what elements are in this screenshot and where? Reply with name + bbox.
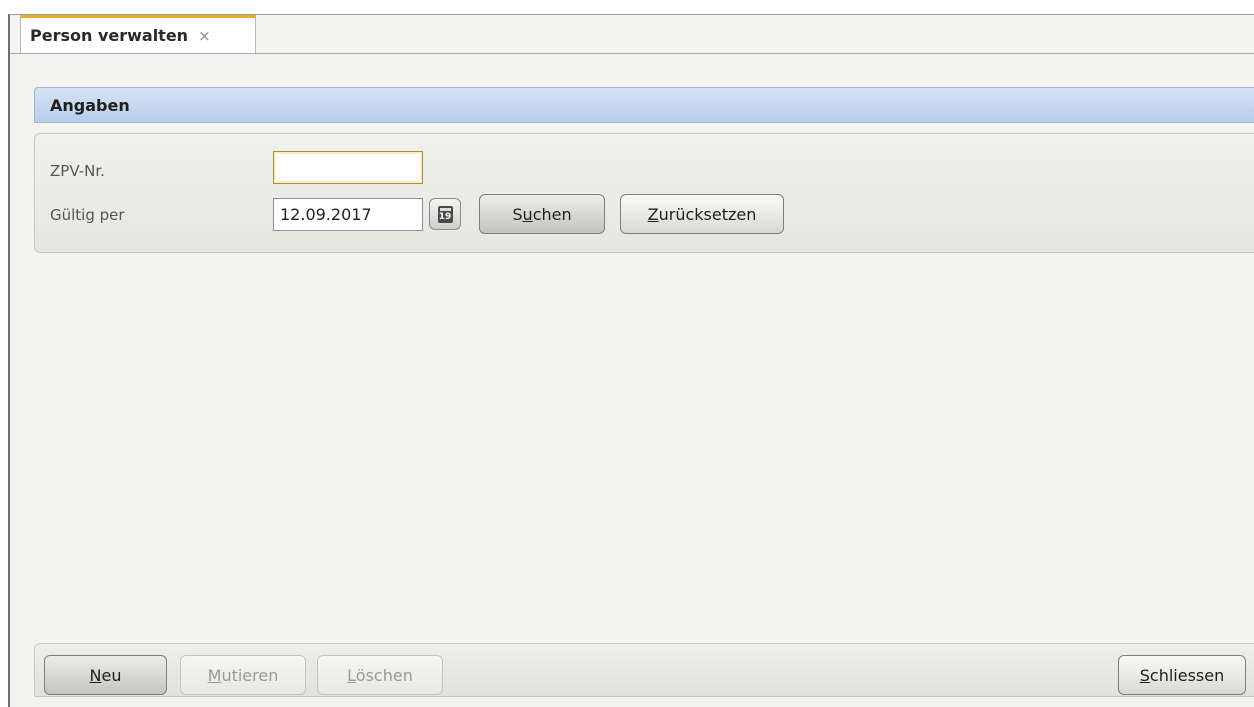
tab-label: Person verwalten xyxy=(30,26,189,45)
app-window: Person verwalten × Angaben ZPV-Nr. Gülti… xyxy=(8,14,1254,707)
section-header-angaben: Angaben xyxy=(34,87,1254,123)
schliessen-button[interactable]: Schliessen xyxy=(1118,655,1246,695)
calendar-button[interactable]: 19 xyxy=(429,198,461,230)
action-footer: Neu Mutieren Löschen Schliessen xyxy=(34,643,1254,697)
neu-button[interactable]: Neu xyxy=(44,655,167,695)
suchen-button-label: Suchen xyxy=(512,204,572,224)
zuruecksetzen-button[interactable]: Zurücksetzen xyxy=(620,194,784,234)
calendar-icon: 19 xyxy=(437,205,453,223)
neu-button-label: Neu xyxy=(89,665,122,685)
schliessen-button-label: Schliessen xyxy=(1139,665,1225,685)
zuruecksetzen-button-label: Zurücksetzen xyxy=(647,204,757,224)
suchen-button[interactable]: Suchen xyxy=(479,194,605,234)
gueltig-per-date-input[interactable] xyxy=(273,198,423,231)
section-title: Angaben xyxy=(50,95,130,115)
zpv-input[interactable] xyxy=(273,151,423,184)
search-form-panel: ZPV-Nr. Gültig per 19 Suchen Zurücksetze… xyxy=(34,133,1254,253)
mutieren-button-label: Mutieren xyxy=(207,665,279,685)
gueltig-per-label: Gültig per xyxy=(50,206,125,224)
loeschen-button-label: Löschen xyxy=(347,665,413,685)
mutieren-button[interactable]: Mutieren xyxy=(180,655,306,695)
tab-person-verwalten[interactable]: Person verwalten × xyxy=(20,15,256,53)
close-icon[interactable]: × xyxy=(198,27,211,45)
tab-strip: Person verwalten × xyxy=(10,15,1254,54)
zpv-label: ZPV-Nr. xyxy=(50,162,105,180)
loeschen-button[interactable]: Löschen xyxy=(317,655,443,695)
